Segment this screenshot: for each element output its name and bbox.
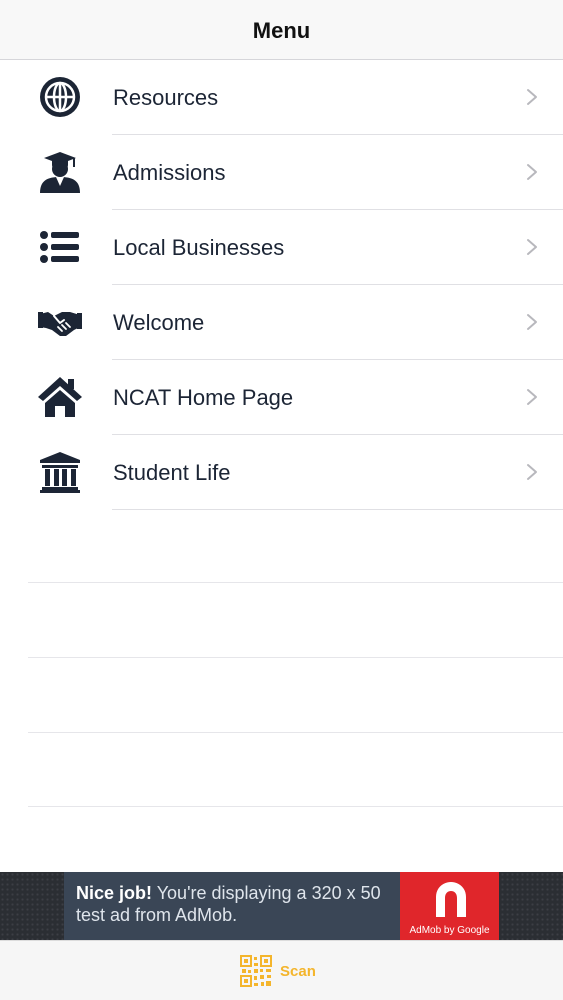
chevron-right-icon	[527, 389, 537, 405]
ad-brand-text: AdMob by Google	[409, 925, 490, 936]
nav-bar: Menu	[0, 0, 563, 60]
ad-banner[interactable]: Nice job! You're displaying a 320 x 50 t…	[0, 872, 563, 940]
menu-list: Resources Admissions Local Businesses We…	[0, 60, 563, 510]
menu-item-student-life[interactable]: Student Life	[0, 435, 563, 510]
menu-item-resources[interactable]: Resources	[0, 60, 563, 135]
admob-logo: AdMob by Google	[400, 872, 499, 940]
ad-text: Nice job! You're displaying a 320 x 50 t…	[76, 882, 396, 926]
page-title: Menu	[252, 18, 311, 43]
admob-icon	[436, 882, 466, 917]
menu-item-admissions[interactable]: Admissions	[0, 135, 563, 210]
menu-item-local-businesses[interactable]: Local Businesses	[0, 210, 563, 285]
menu-item-label: NCAT Home Page	[113, 385, 294, 410]
chevron-right-icon	[527, 239, 537, 255]
menu-item-label: Student Life	[113, 460, 231, 485]
menu-item-label: Welcome	[113, 310, 205, 335]
ad-headline: Nice job!	[76, 883, 153, 903]
empty-row-separator	[28, 657, 563, 658]
menu-item-welcome[interactable]: Welcome	[0, 285, 563, 360]
chevron-right-icon	[527, 89, 537, 105]
qr-code-icon	[240, 955, 272, 987]
empty-row-separator	[28, 806, 563, 807]
chevron-right-icon	[527, 464, 537, 480]
institution-icon	[37, 451, 83, 493]
chevron-right-icon	[527, 164, 537, 180]
empty-row-separator	[28, 732, 563, 733]
tab-bar: Scan	[0, 940, 563, 1000]
chevron-right-icon	[527, 314, 537, 330]
empty-row-separator	[28, 582, 563, 583]
tab-scan[interactable]: Scan	[240, 954, 316, 988]
tab-scan-label: Scan	[280, 962, 316, 980]
menu-item-ncat-home-page[interactable]: NCAT Home Page	[0, 360, 563, 435]
menu-item-label: Admissions	[113, 160, 226, 185]
list-icon	[37, 226, 83, 268]
home-icon	[37, 376, 83, 418]
menu-item-label: Local Businesses	[113, 235, 285, 260]
graduate-icon	[37, 151, 83, 193]
row-separator	[112, 509, 563, 510]
menu-item-label: Resources	[113, 85, 219, 110]
handshake-icon	[37, 301, 83, 343]
globe-icon	[37, 76, 83, 118]
ad-content[interactable]: Nice job! You're displaying a 320 x 50 t…	[64, 872, 499, 940]
